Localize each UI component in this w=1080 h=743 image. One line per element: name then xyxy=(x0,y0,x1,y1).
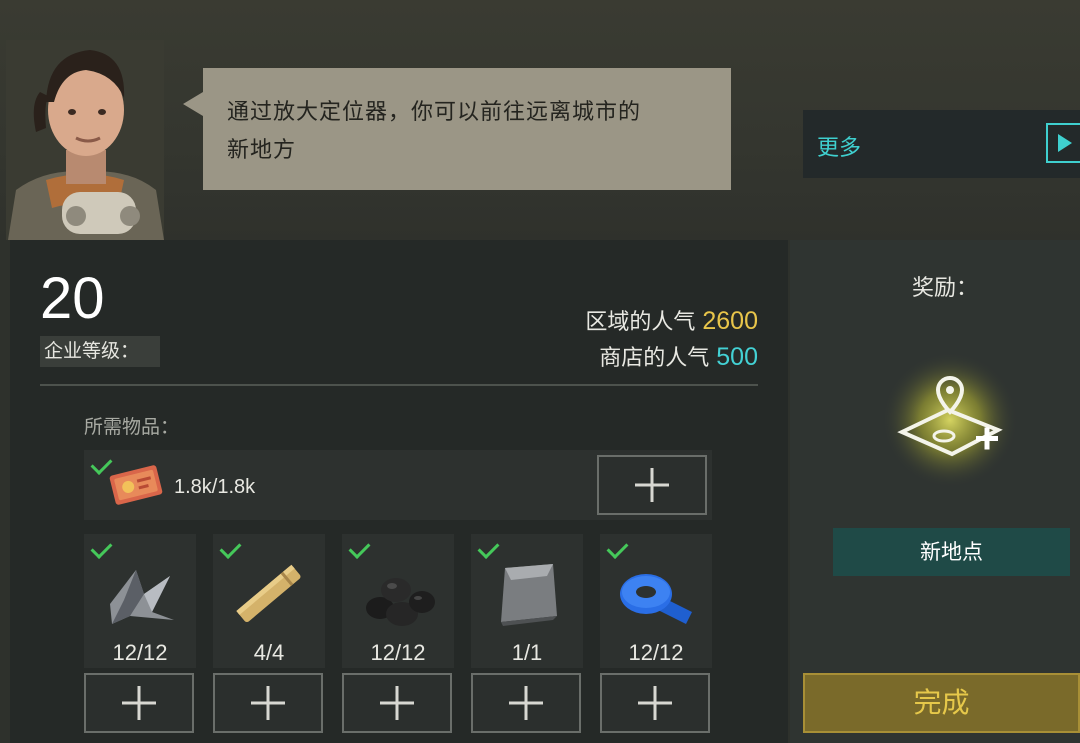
item-count: 12/12 xyxy=(370,640,426,665)
area-popularity: 区域的人气 2600 xyxy=(585,304,758,336)
item-count: 4/4 xyxy=(253,640,285,665)
metal-scrap-icon xyxy=(110,570,174,624)
metal-plate-icon xyxy=(501,564,557,626)
add-item-button[interactable] xyxy=(471,673,581,733)
play-icon xyxy=(1046,123,1080,163)
blue-tape-icon xyxy=(620,574,692,624)
area-popularity-label: 区域的人气 xyxy=(585,310,696,335)
add-item-button[interactable] xyxy=(600,673,710,733)
reward-title: 奖励： xyxy=(912,276,979,301)
item-card: 4/4 xyxy=(213,534,325,668)
shop-popularity: 商店的人气 500 xyxy=(599,340,758,372)
dialog-line-2: 新地方 xyxy=(227,138,297,163)
money-ticket-icon xyxy=(109,465,163,505)
item-card: 12/12 xyxy=(342,534,454,668)
map-pin-plus-icon xyxy=(882,352,1018,488)
area-popularity-value: 2600 xyxy=(702,307,758,335)
dialog-line-1: 通过放大定位器，你可以前往远离城市的 xyxy=(227,100,642,125)
shop-popularity-value: 500 xyxy=(716,343,758,371)
money-count: 1.8k/1.8k xyxy=(174,476,256,498)
reward-name: 新地点 xyxy=(833,528,1070,576)
add-money-button[interactable] xyxy=(597,455,707,515)
speech-bubble: 通过放大定位器，你可以前往远离城市的 新地方 xyxy=(203,68,731,190)
add-item-button[interactable] xyxy=(342,673,452,733)
divider xyxy=(40,384,758,386)
wood-plank-icon xyxy=(236,564,301,623)
item-count: 12/12 xyxy=(112,640,168,665)
item-card: 12/12 xyxy=(600,534,712,668)
coal-icon xyxy=(366,578,435,626)
required-items-label: 所需物品： xyxy=(84,416,180,438)
add-item-button[interactable] xyxy=(84,673,194,733)
shop-popularity-label: 商店的人气 xyxy=(599,346,710,371)
character-avatar xyxy=(6,40,164,240)
more-button-label: 更多 xyxy=(817,136,862,161)
item-count: 12/12 xyxy=(628,640,684,665)
reward-panel xyxy=(790,240,1080,743)
more-button[interactable]: 更多 xyxy=(803,110,1080,178)
add-item-button[interactable] xyxy=(213,673,323,733)
item-count: 1/1 xyxy=(511,640,543,665)
company-level-value: 20 xyxy=(40,266,105,331)
item-card: 12/12 xyxy=(84,534,196,668)
company-level-label: 企业等级： xyxy=(40,336,160,367)
item-card: 1/1 xyxy=(471,534,583,668)
speech-bubble-tail xyxy=(183,92,203,116)
complete-button[interactable]: 完成 xyxy=(803,673,1080,733)
